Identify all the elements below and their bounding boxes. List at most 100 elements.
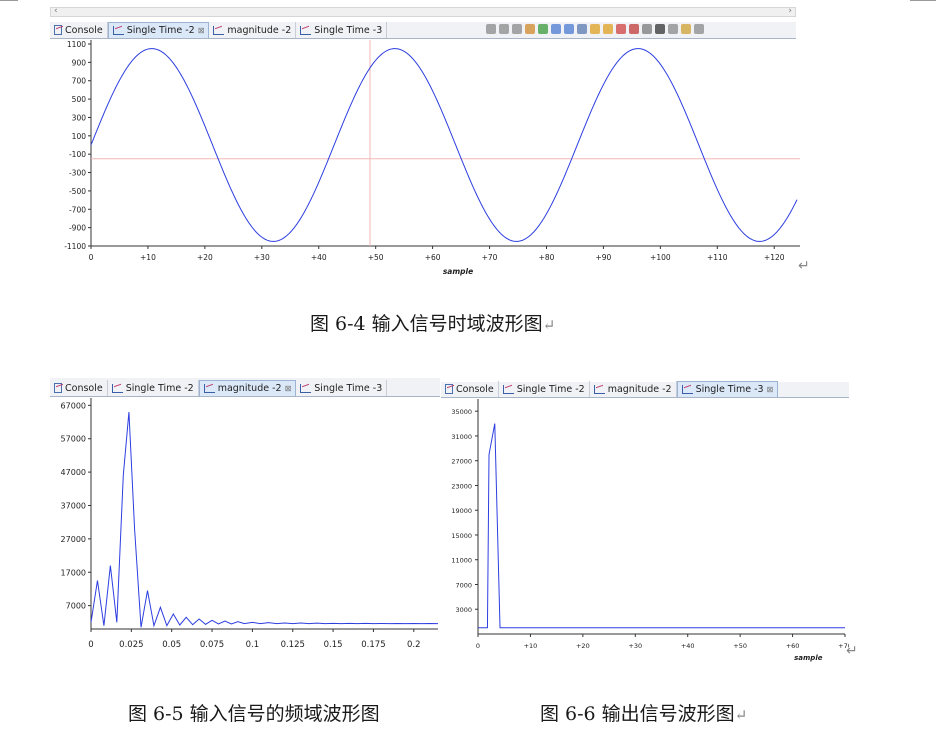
y-tick-label: 500 — [72, 95, 87, 104]
output-signal-chart: 35000 31000 27000 23000 19000 15000 11000 7000 3… — [451, 399, 849, 662]
tab-magnitude-2[interactable]: magnitude -2 — [209, 22, 297, 38]
y-tick-label: 37000 — [61, 501, 86, 510]
tool-icon[interactable] — [616, 24, 626, 34]
run-icon[interactable] — [668, 24, 678, 34]
copy-icon[interactable] — [642, 24, 652, 34]
tab-singletime-3[interactable]: Single Time -3 ⊠ — [676, 381, 779, 397]
x-tick-label: +40 — [311, 253, 327, 262]
chart-icon[interactable] — [681, 24, 691, 34]
chart-icon — [203, 384, 215, 393]
series-line — [90, 411, 439, 628]
tab-magnitude-2[interactable]: magnitude -2 ⊠ — [198, 380, 297, 396]
x-tick-label: 0.2 — [407, 640, 421, 650]
x-tick-label: 0.05 — [162, 640, 181, 650]
frequency-domain-chart: 67000 57000 47000 37000 27000 17000 7000 0 0.025… — [61, 398, 439, 650]
x-tick-label: +110 — [707, 253, 728, 262]
page-edge-line — [910, 0, 936, 1]
x-tick-label: +50 — [733, 642, 747, 650]
series-line — [478, 423, 845, 629]
x-tick-label: 0.075 — [200, 640, 224, 650]
x-tick-label: +20 — [576, 642, 590, 650]
x-tick-label: 0 — [89, 253, 94, 262]
x-tick-label: +120 — [764, 253, 785, 262]
grid-icon[interactable] — [512, 24, 522, 34]
time-domain-chart: 1100 900 700 500 300 100 -100 -300 -500 -700 -900 -… — [64, 40, 800, 276]
align-icon[interactable] — [499, 24, 509, 34]
console-icon — [54, 383, 62, 393]
tab-label: magnitude -2 — [607, 383, 672, 395]
align-icon[interactable] — [486, 24, 496, 34]
tab-label: Console — [65, 24, 103, 36]
tab-console[interactable]: Console — [50, 380, 108, 396]
x-tick-label: 0.15 — [324, 640, 343, 650]
tab-singletime-3[interactable]: Single Time -3 — [296, 380, 388, 396]
x-tick-label: 0.1 — [246, 640, 260, 650]
x-tick-label: +30 — [254, 253, 270, 262]
chart-icon — [681, 385, 693, 394]
x-tick-label: 0 — [88, 640, 93, 650]
x-tick-label: +20 — [197, 253, 213, 262]
tab-console[interactable]: Console — [441, 381, 499, 397]
chart-icon — [213, 25, 225, 35]
tab-singletime-2[interactable]: Single Time -2 — [108, 380, 199, 396]
x-tick-label: 0.025 — [119, 640, 143, 650]
chart-icon — [502, 384, 514, 394]
tab-label: Single Time -3 — [695, 384, 764, 395]
x-axis-label: sample — [443, 267, 473, 276]
figure-caption-6-4: 图 6-4 输入信号时域波形图↵ — [310, 313, 556, 335]
close-tab-icon[interactable]: ⊠ — [285, 384, 292, 393]
tab-singletime-2[interactable]: Single Time -2 — [499, 381, 590, 397]
tab-label: Console — [456, 383, 494, 395]
chart-icon — [111, 383, 123, 393]
scroll-left-icon[interactable]: ‹ — [54, 6, 58, 16]
x-tick-label: +80 — [539, 253, 555, 262]
tab-singletime-2[interactable]: Single Time -2 ⊠ — [107, 22, 210, 38]
x-tick-label: 0 — [476, 642, 480, 650]
horizontal-scrollbar[interactable]: ‹ › — [50, 6, 796, 17]
chart-icon — [593, 384, 605, 394]
tab-label: Single Time -2 — [126, 25, 195, 36]
zoom-out-icon[interactable] — [564, 24, 574, 34]
tab-label: Single Time -3 — [314, 24, 383, 36]
layout-icon[interactable] — [694, 24, 704, 34]
y-tick-label: -500 — [69, 187, 86, 196]
chart-toolbar — [486, 24, 704, 34]
chart-icon — [300, 25, 312, 35]
refresh-icon[interactable] — [603, 24, 613, 34]
scroll-right-icon[interactable]: › — [788, 6, 792, 16]
move-icon[interactable] — [538, 24, 548, 34]
tab-label: magnitude -2 — [217, 383, 282, 394]
delete-icon[interactable] — [629, 24, 639, 34]
tab-console[interactable]: Console — [50, 22, 108, 38]
close-tab-icon[interactable]: ⊠ — [767, 385, 774, 394]
x-tick-label: +100 — [650, 253, 671, 262]
y-tick-label: -700 — [69, 205, 86, 214]
zoom-in-icon[interactable] — [551, 24, 561, 34]
figure-caption-6-6: 图 6-6 输出信号波形图↵ — [540, 703, 748, 725]
chart-icon — [300, 383, 312, 393]
y-tick-label: 23000 — [451, 482, 472, 490]
y-tick-label: 67000 — [61, 401, 86, 410]
tab-label: Single Time -3 — [314, 382, 383, 394]
tab-singletime-3[interactable]: Single Time -3 — [296, 22, 388, 38]
y-tick-label: 7000 — [66, 602, 86, 611]
console-icon — [54, 25, 62, 35]
tab-bar-right: Console Single Time -2 magnitude -2 Single … — [441, 381, 849, 398]
tab-label: magnitude -2 — [227, 24, 292, 36]
binoculars-icon[interactable] — [655, 24, 665, 34]
y-tick-label: 31000 — [451, 433, 472, 441]
auto-scale-icon[interactable] — [590, 24, 600, 34]
y-tick-label: 1100 — [67, 40, 86, 49]
marker-icon[interactable] — [525, 24, 535, 34]
x-tick-label: 0.175 — [361, 640, 385, 650]
x-tick-label: +70 — [482, 253, 498, 262]
close-tab-icon[interactable]: ⊠ — [198, 26, 205, 35]
y-tick-label: 900 — [72, 58, 87, 67]
tab-label: Single Time -2 — [516, 383, 585, 395]
tab-magnitude-2[interactable]: magnitude -2 — [590, 381, 677, 397]
y-tick-label: 300 — [72, 113, 87, 122]
figure-caption-6-5: 图 6-5 输入信号的频域波形图 — [128, 703, 380, 725]
y-tick-label: 17000 — [61, 568, 86, 577]
y-tick-label: 27000 — [451, 458, 472, 466]
zoom-fit-icon[interactable] — [577, 24, 587, 34]
